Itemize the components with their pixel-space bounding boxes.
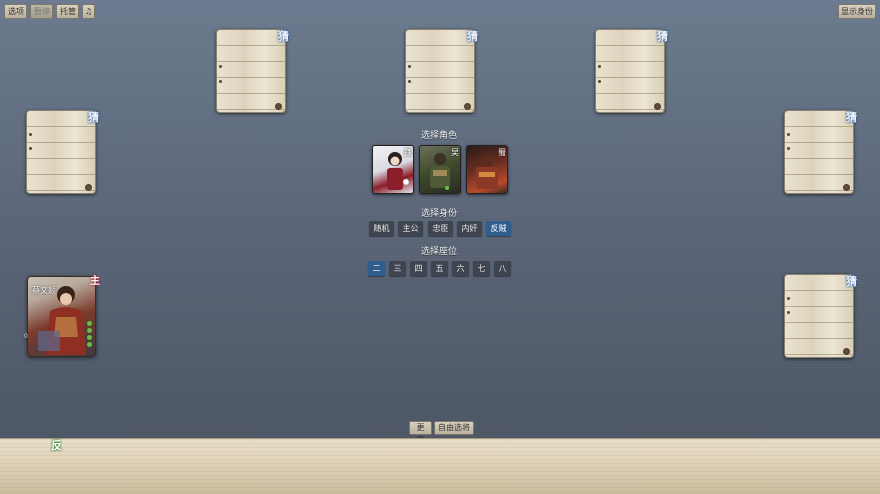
seat-top-left[interactable]: 猜 [216, 28, 289, 113]
replace-button[interactable]: 更换 [409, 421, 432, 444]
my-identity-badge: 反 [51, 439, 62, 452]
nail-icon [598, 65, 601, 68]
nail-icon [787, 311, 790, 314]
character-card-2[interactable]: 吴 [419, 145, 461, 194]
nail-icon [29, 133, 32, 136]
wood-knot-icon [464, 103, 471, 110]
seat-right-upper[interactable]: 猜 [784, 109, 857, 194]
seat-3-button[interactable]: 三 [389, 261, 406, 276]
nail-icon [408, 65, 411, 68]
wood-knot-icon [654, 103, 661, 110]
guess-identity-badge[interactable]: 猜 [657, 28, 668, 44]
wood-knot-icon [275, 103, 282, 110]
free-choose-button[interactable]: 自由选将 [434, 421, 474, 435]
seat-top-center[interactable]: 猜 [405, 28, 478, 113]
seat-4-button[interactable]: 四 [410, 261, 427, 276]
character-card-1[interactable]: 魏 [372, 145, 414, 194]
pause-button[interactable]: 暂停 [30, 4, 53, 19]
lord-role-badge: 主 [90, 276, 100, 287]
nail-icon [408, 80, 411, 83]
guess-identity-badge[interactable]: 猜 [88, 109, 99, 125]
choose-character-title: 选择角色 [421, 131, 458, 141]
identity-loyalist-button[interactable]: 忠臣 [428, 221, 453, 236]
show-identity-button[interactable]: 显示身份 [838, 4, 876, 19]
nail-icon [29, 147, 32, 150]
seat-6-button[interactable]: 六 [452, 261, 469, 276]
player-character-card[interactable]: 蔡文姬 [27, 276, 96, 357]
guess-identity-badge[interactable]: 猜 [467, 28, 478, 44]
hand-card-count: 0 [24, 333, 28, 340]
nail-icon [219, 65, 222, 68]
hand-card-area[interactable] [0, 438, 880, 494]
kingdom-badge: 魏 [404, 148, 412, 157]
hp-pip-icon [87, 328, 92, 333]
nail-icon [598, 80, 601, 83]
seat-top-right[interactable]: 猜 [595, 28, 668, 113]
identity-traitor-button[interactable]: 内奸 [457, 221, 482, 236]
identity-lord-button[interactable]: 主公 [398, 221, 423, 236]
hp-pip-icon [87, 321, 92, 326]
guess-identity-badge[interactable]: 猜 [278, 28, 289, 44]
guess-identity-badge[interactable]: 猜 [846, 109, 857, 125]
nail-icon [787, 133, 790, 136]
wood-knot-icon [843, 184, 850, 191]
seat-right-lower[interactable]: 猜 [784, 273, 857, 358]
kingdom-badge: 吴 [451, 148, 459, 157]
hp-pip-icon [87, 335, 92, 340]
nail-icon [787, 297, 790, 300]
hp-pip-icon [87, 342, 92, 347]
player-name: 蔡文姬 [32, 286, 56, 295]
identity-rebel-button[interactable]: 反贼 [486, 221, 511, 236]
choose-identity-title: 选择身份 [421, 209, 458, 219]
seat-5-button[interactable]: 五 [431, 261, 448, 276]
wood-knot-icon [85, 184, 92, 191]
seat-8-button[interactable]: 八 [494, 261, 511, 276]
guess-identity-badge[interactable]: 猜 [846, 273, 857, 289]
auto-play-button[interactable]: 托管 [56, 4, 79, 19]
options-button[interactable]: 选项 [4, 4, 27, 19]
identity-random-button[interactable]: 随机 [369, 221, 394, 236]
wood-knot-icon [843, 348, 850, 355]
choose-seat-title: 选择座位 [421, 247, 458, 257]
seat-2-button[interactable]: 二 [368, 261, 385, 276]
nail-icon [219, 80, 222, 83]
nail-icon [787, 147, 790, 150]
music-icon[interactable]: ♫ [82, 4, 95, 19]
seat-7-button[interactable]: 七 [473, 261, 490, 276]
kingdom-badge: 蜀 [498, 148, 506, 157]
character-card-3[interactable]: 蜀 [466, 145, 508, 194]
seat-left-upper[interactable]: 猜 [26, 109, 99, 194]
